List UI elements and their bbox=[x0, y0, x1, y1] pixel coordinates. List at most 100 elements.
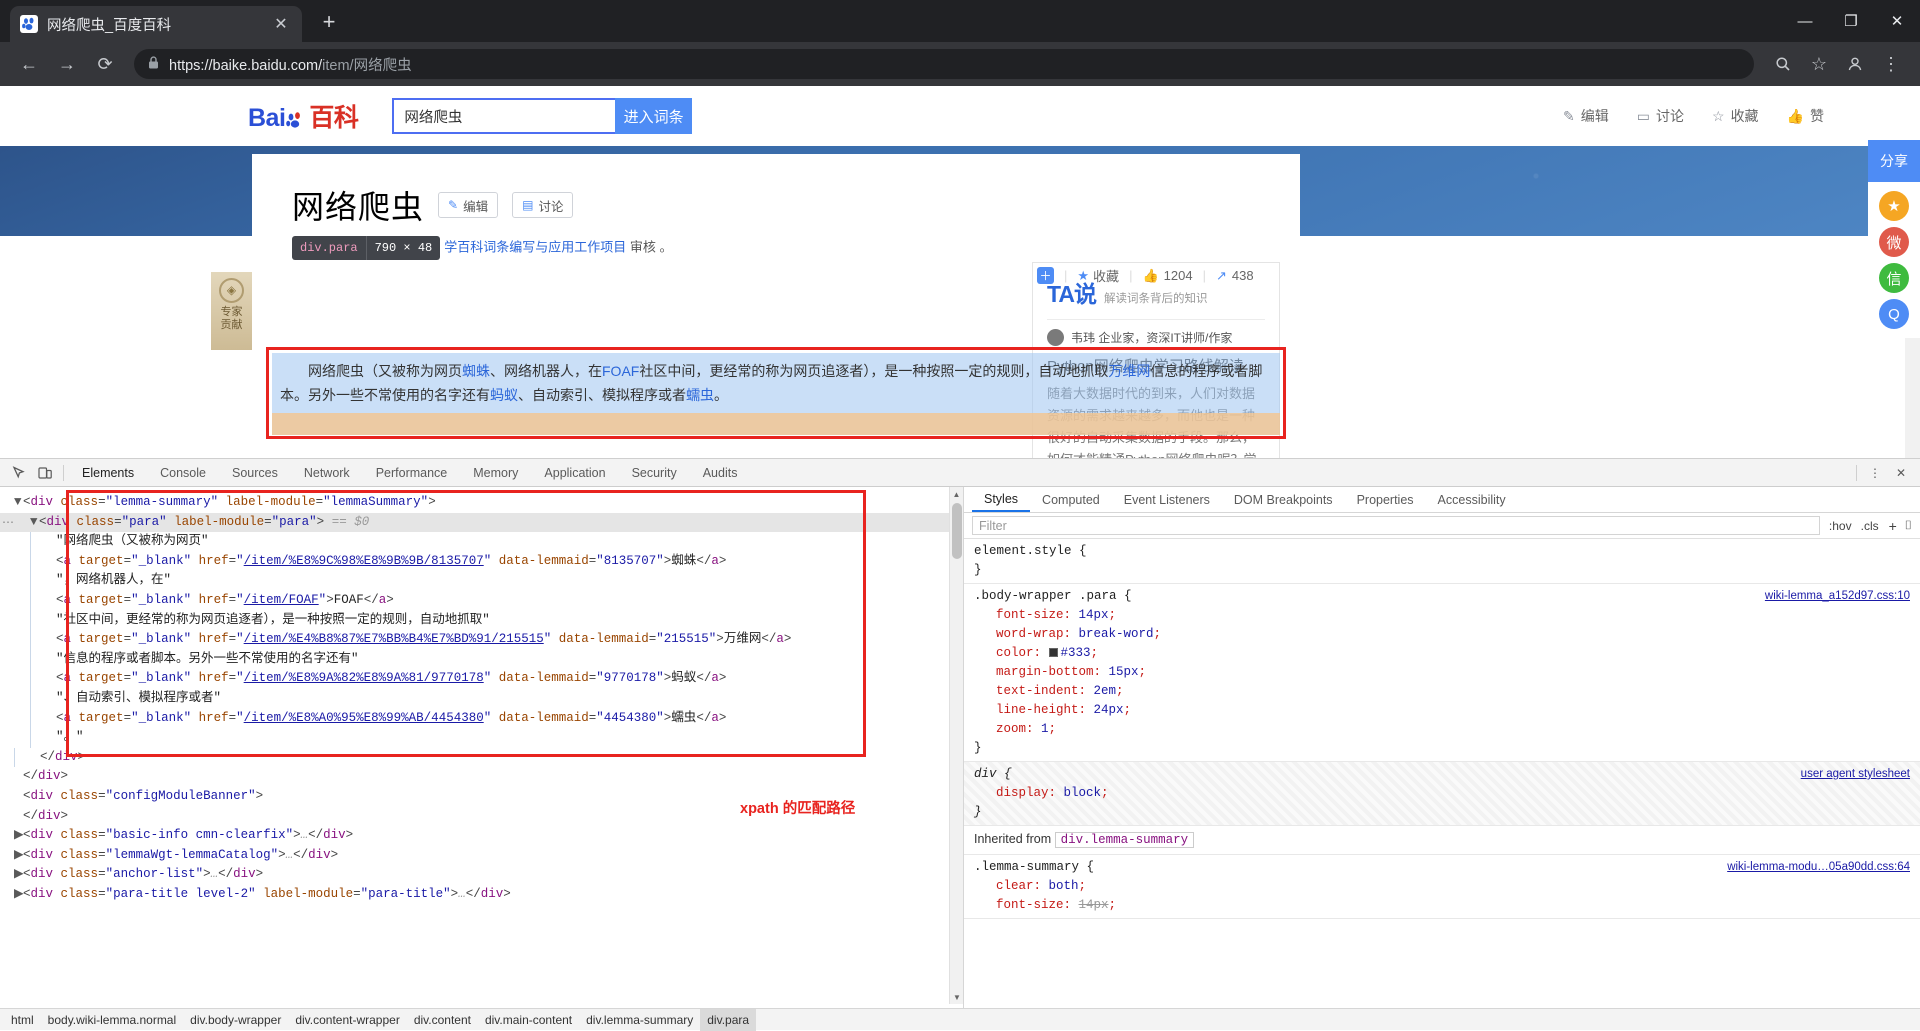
lemma-edit-button[interactable]: ✎ 编辑 bbox=[438, 192, 499, 218]
css-rule-source[interactable]: wiki-lemma-modu…05a90dd.css:64 bbox=[1727, 858, 1910, 877]
styles-tab-styles[interactable]: Styles bbox=[972, 487, 1031, 512]
css-value[interactable]: block bbox=[1064, 786, 1102, 800]
dom-tree-line[interactable]: "网络爬虫（又被称为网页" bbox=[30, 532, 949, 552]
dom-tree-line[interactable]: <a target="_blank" href="/item/%E8%9A%82… bbox=[30, 669, 949, 689]
css-rule-source[interactable]: user agent stylesheet bbox=[1801, 765, 1910, 784]
css-value[interactable]: 24px bbox=[1094, 703, 1124, 717]
scroll-down-icon[interactable]: ▼ bbox=[950, 990, 963, 1004]
breadcrumb-item[interactable]: div.body-wrapper bbox=[183, 1009, 288, 1031]
dom-tree-line[interactable]: "社区中间，更经常的称为网页追逐者），是一种按照一定的规则，自动地抓取" bbox=[30, 610, 949, 631]
enter-lemma-button[interactable]: 进入词条 bbox=[614, 98, 693, 134]
profile-icon[interactable] bbox=[1838, 47, 1872, 81]
dom-tree-line[interactable]: ▶<div class="anchor-list">…</div> bbox=[0, 865, 949, 885]
browser-menu-button[interactable]: ⋮ bbox=[1874, 47, 1908, 81]
styles-tab-accessibility[interactable]: Accessibility bbox=[1426, 487, 1518, 512]
tab-close-icon[interactable]: ✕ bbox=[270, 14, 292, 34]
css-value[interactable]: 1 bbox=[1041, 722, 1049, 736]
search-icon[interactable] bbox=[1766, 47, 1800, 81]
css-value[interactable]: 14px bbox=[1079, 898, 1109, 912]
header-action-like[interactable]: 👍 赞 bbox=[1787, 106, 1824, 126]
breadcrumb-item[interactable]: div.content-wrapper bbox=[288, 1009, 407, 1031]
devtools-close-icon[interactable]: ✕ bbox=[1888, 460, 1914, 486]
css-declaration[interactable]: zoom: 1; bbox=[974, 720, 1910, 739]
css-selector[interactable]: element.style { bbox=[974, 542, 1910, 561]
disclosure-triangle-icon[interactable]: ▶ bbox=[14, 826, 24, 846]
devtools-more-options-icon[interactable]: ⋮ bbox=[1862, 460, 1888, 486]
devtools-tab-audits[interactable]: Audits bbox=[690, 459, 751, 487]
breadcrumb-item[interactable]: div.para bbox=[700, 1008, 757, 1031]
styles-tab-computed[interactable]: Computed bbox=[1030, 487, 1112, 512]
css-rule[interactable]: wiki-lemma_a152d97.css:10 .body-wrapper .… bbox=[964, 584, 1920, 762]
styles-hov-button[interactable]: :hov bbox=[1829, 519, 1852, 533]
dom-tree-line[interactable]: "，网络机器人，在" bbox=[30, 571, 949, 591]
share-qq-icon[interactable]: Q bbox=[1879, 299, 1909, 329]
dom-tree-line[interactable]: <a target="_blank" href="/item/%E8%9C%98… bbox=[30, 551, 949, 572]
dom-tree-line[interactable]: ▼<div class="para" label-module="para"> … bbox=[0, 512, 949, 533]
header-action-favorite[interactable]: ☆ 收藏 bbox=[1712, 106, 1759, 126]
add-icon[interactable]: ＋ bbox=[1037, 267, 1054, 284]
back-button[interactable]: ← bbox=[12, 47, 46, 81]
css-rule[interactable]: element.style {} bbox=[964, 539, 1920, 584]
styles-filter-input[interactable]: Filter bbox=[972, 516, 1820, 535]
css-declaration[interactable]: clear: both; bbox=[974, 877, 1910, 896]
disclosure-triangle-icon[interactable]: ▶ bbox=[14, 885, 24, 905]
styles-cls-button[interactable]: .cls bbox=[1861, 519, 1879, 533]
devtools-tab-elements[interactable]: Elements bbox=[69, 459, 147, 487]
scroll-up-icon[interactable]: ▲ bbox=[950, 487, 963, 501]
dom-tree-line[interactable]: "信息的程序或者脚本。另外一些不常使用的名字还有" bbox=[30, 649, 949, 670]
share-favorite-icon[interactable]: ★ bbox=[1879, 191, 1909, 221]
dom-tree-line[interactable]: "。" bbox=[30, 728, 949, 748]
dom-tree-line[interactable]: </div> bbox=[0, 767, 949, 787]
ta-shuo-author-row[interactable]: 韦玮 企业家，资深IT讲师/作家 bbox=[1047, 329, 1265, 346]
devtools-tab-performance[interactable]: Performance bbox=[363, 459, 461, 487]
disclosure-triangle-icon[interactable]: ▼ bbox=[14, 493, 23, 513]
lemma-discuss-button[interactable]: ▤ 讨论 bbox=[512, 192, 574, 218]
css-rule[interactable]: wiki-lemma-modu…05a90dd.css:64 .lemma-sum… bbox=[964, 855, 1920, 919]
devtools-tab-sources[interactable]: Sources bbox=[219, 459, 291, 487]
address-bar[interactable]: https://baike.baidu.com/item/网络爬虫 bbox=[134, 49, 1754, 79]
bookmark-star-icon[interactable]: ☆ bbox=[1802, 47, 1836, 81]
dom-tree-line[interactable]: ▼<div class="lemma-summary" label-module… bbox=[0, 493, 949, 513]
devtools-tab-security[interactable]: Security bbox=[619, 459, 690, 487]
header-action-discuss[interactable]: ▭ 讨论 bbox=[1637, 106, 1684, 126]
search-input[interactable]: 网络爬虫 bbox=[392, 98, 615, 134]
forward-button[interactable]: → bbox=[50, 47, 84, 81]
dom-tree-line[interactable]: <a target="_blank" href="/item/%E8%A0%95… bbox=[30, 708, 949, 729]
css-value[interactable]: 14px bbox=[1079, 608, 1109, 622]
styles-tab-dom-breakpoints[interactable]: DOM Breakpoints bbox=[1222, 487, 1345, 512]
stat-like[interactable]: 👍 1204 bbox=[1142, 268, 1192, 284]
disclosure-triangle-icon[interactable]: ▶ bbox=[14, 865, 24, 885]
share-tab-button[interactable]: 分享 bbox=[1868, 140, 1920, 182]
color-swatch-icon[interactable] bbox=[1048, 648, 1058, 657]
dom-scrollbar[interactable]: ▲ ▼ bbox=[949, 487, 963, 1004]
dom-tree-line[interactable]: ▶<div class="para-title level-2" label-m… bbox=[0, 885, 949, 905]
css-declaration[interactable]: font-size: 14px; bbox=[974, 606, 1910, 625]
styles-tab-event-listeners[interactable]: Event Listeners bbox=[1112, 487, 1222, 512]
breadcrumb-item[interactable]: div.content bbox=[407, 1009, 478, 1031]
css-value[interactable]: 2em bbox=[1094, 684, 1117, 698]
dom-tree-line[interactable]: ▶<div class="basic-info cmn-clearfix">…<… bbox=[0, 826, 949, 846]
styles-tab-properties[interactable]: Properties bbox=[1345, 487, 1426, 512]
dom-tree-line[interactable]: "、自动索引、模拟程序或者" bbox=[30, 688, 949, 709]
css-declaration[interactable]: word-wrap: break-word; bbox=[974, 625, 1910, 644]
window-minimize-button[interactable]: — bbox=[1782, 0, 1828, 42]
reload-button[interactable]: ⟳ bbox=[88, 47, 122, 81]
css-declaration[interactable]: color: #333; bbox=[974, 644, 1910, 663]
css-rule[interactable]: user agent stylesheet div {display: block… bbox=[964, 762, 1920, 826]
share-wechat-icon[interactable]: 信 bbox=[1879, 263, 1909, 293]
css-value[interactable]: 15px bbox=[1109, 665, 1139, 679]
styles-new-rule-button[interactable]: + bbox=[1889, 518, 1897, 534]
breadcrumb-item[interactable]: html bbox=[4, 1009, 41, 1031]
baike-logo[interactable]: Bai 百科 bbox=[248, 98, 359, 134]
breadcrumb-item[interactable]: div.main-content bbox=[478, 1009, 579, 1031]
devtools-tab-console[interactable]: Console bbox=[147, 459, 219, 487]
css-value[interactable]: both bbox=[1049, 879, 1079, 893]
css-value[interactable]: break-word bbox=[1079, 627, 1154, 641]
css-rule-source[interactable]: wiki-lemma_a152d97.css:10 bbox=[1765, 587, 1910, 606]
css-declaration[interactable]: text-indent: 2em; bbox=[974, 682, 1910, 701]
css-declaration[interactable]: display: block; bbox=[974, 784, 1910, 803]
share-weibo-icon[interactable]: 微 bbox=[1879, 227, 1909, 257]
window-maximize-button[interactable]: ❐ bbox=[1828, 0, 1874, 42]
stat-share[interactable]: ↗ 438 bbox=[1216, 268, 1254, 284]
disclosure-triangle-icon[interactable]: ▶ bbox=[14, 846, 24, 866]
